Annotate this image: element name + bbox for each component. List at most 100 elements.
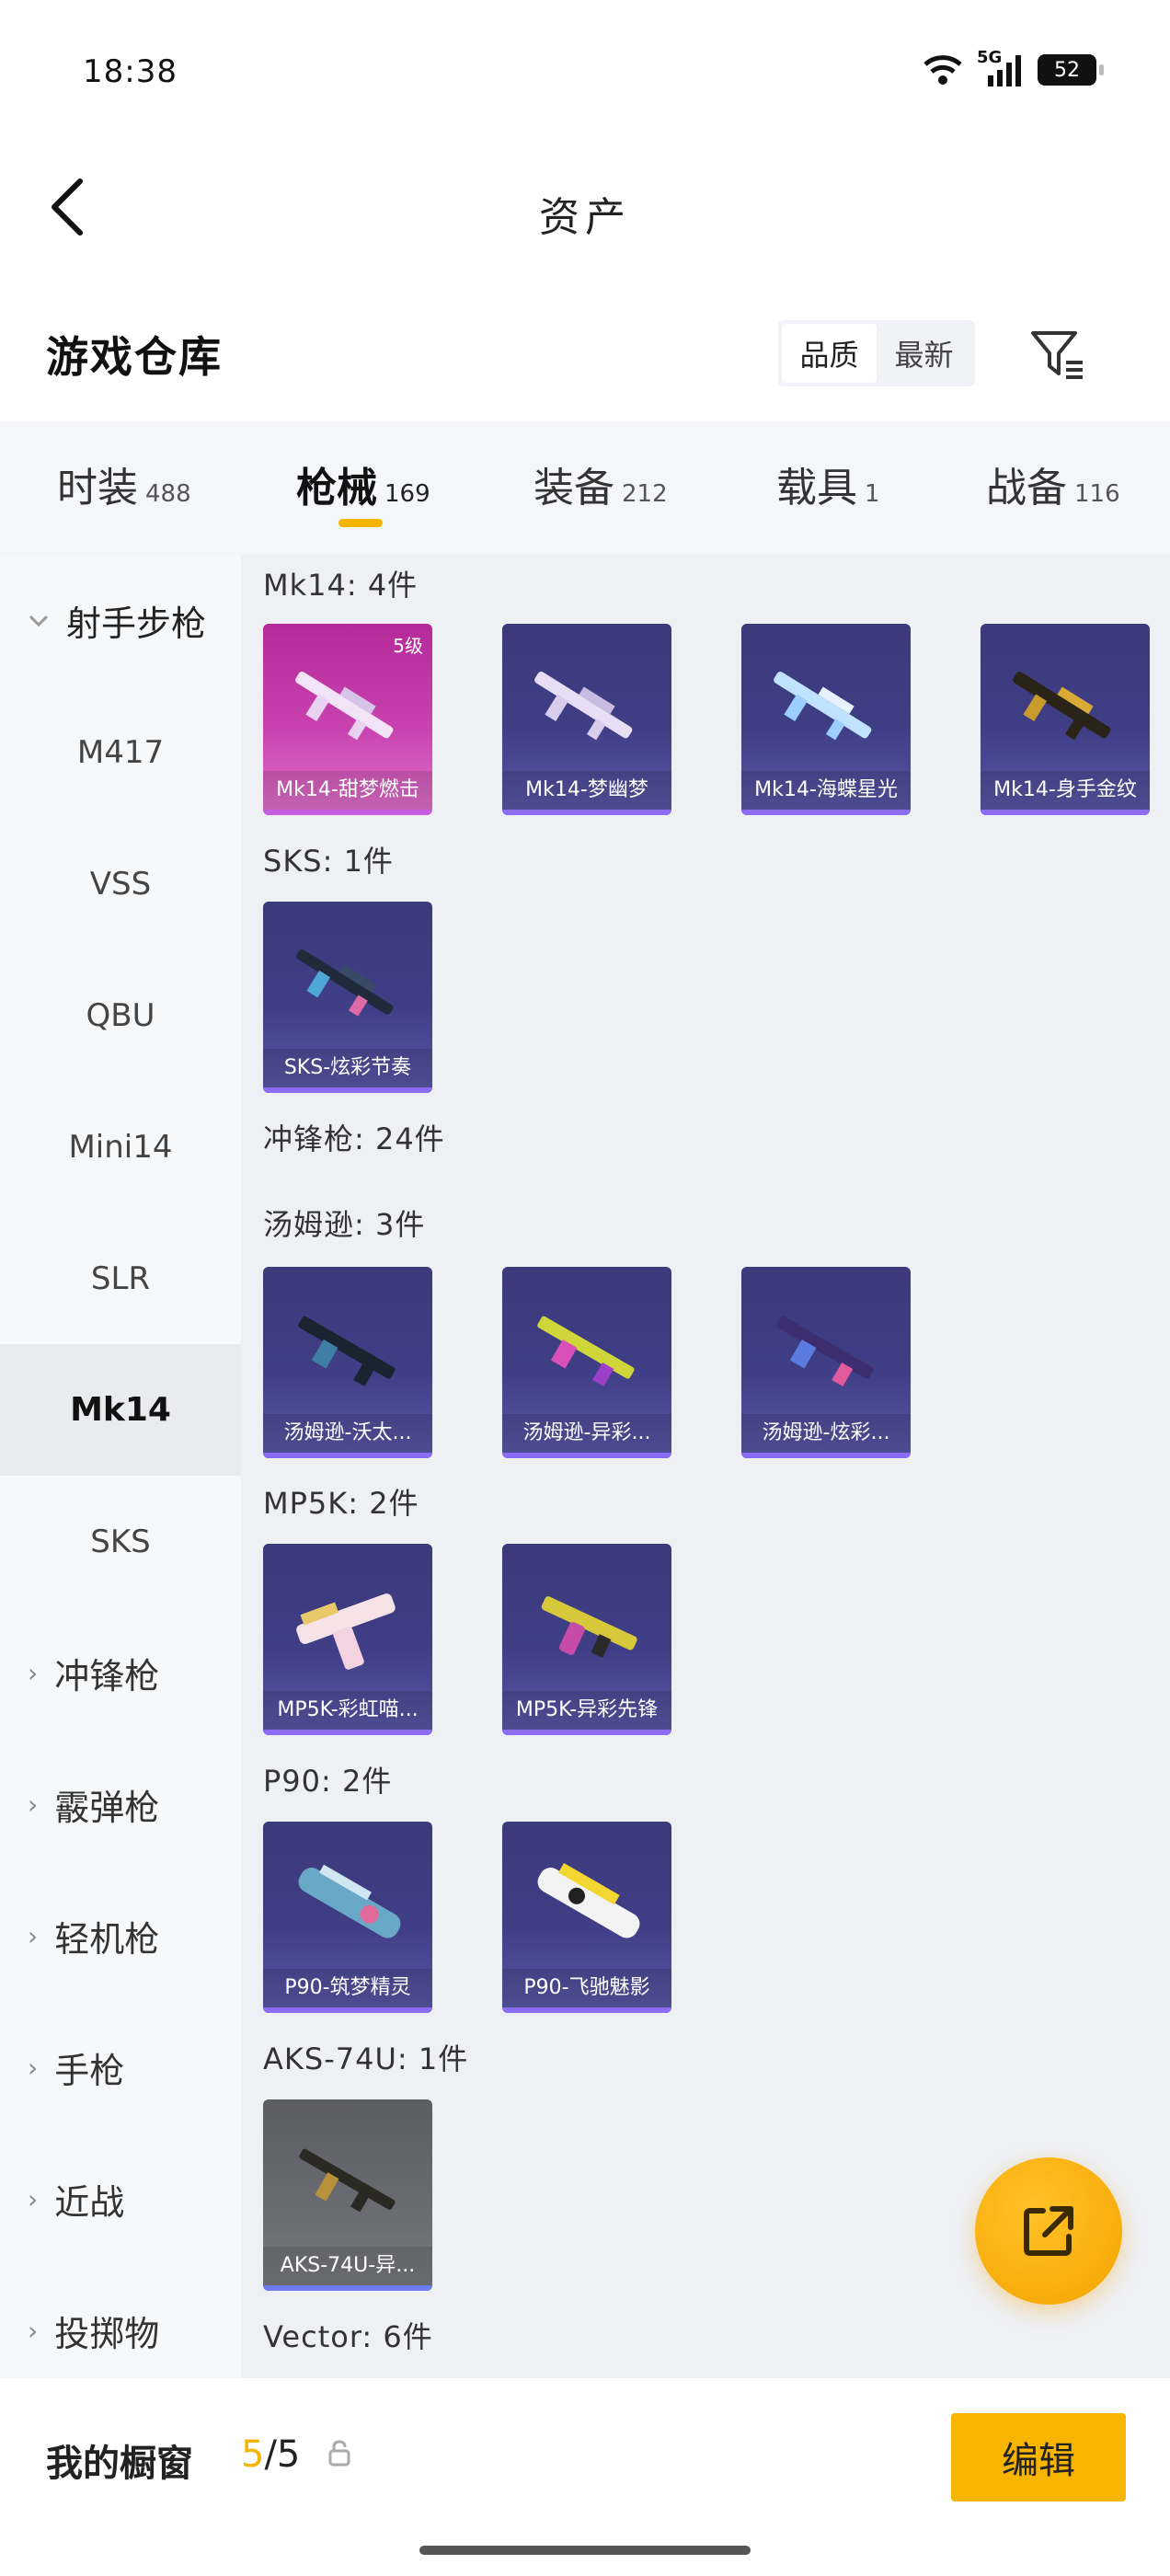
rarity-bar — [263, 1453, 432, 1458]
smg-icon — [537, 1316, 635, 1387]
sidebar-category-label: 霰弹枪 — [54, 1788, 160, 1828]
sidebar-category-label: 投掷物 — [54, 2314, 160, 2354]
warehouse-header: 游戏仓库 品质 最新 — [0, 294, 1170, 414]
sidebar-item-mk14[interactable]: Mk14 — [0, 1344, 241, 1476]
weapon-name: SKS-炫彩节奏 — [263, 1049, 432, 1087]
sort-newest-button[interactable]: 最新 — [877, 324, 971, 383]
tab-label: 载具 — [776, 465, 857, 512]
filter-button[interactable] — [1021, 318, 1095, 392]
chevron-right-icon: › — [28, 2316, 39, 2346]
status-time: 18:38 — [83, 53, 178, 90]
sidebar-item-slr[interactable]: SLR — [0, 1213, 241, 1344]
rifle-icon — [534, 671, 633, 741]
tab-count: 212 — [622, 480, 668, 508]
weapon-grid: Mk14: 4件 5级 Mk14-甜梦燃击 Mk14-梦幽梦 Mk14-海蝶星光… — [241, 555, 1170, 2378]
weapon-name: P90-筑梦精灵 — [263, 1969, 432, 2007]
share-button[interactable] — [975, 2157, 1122, 2305]
weapon-card[interactable]: AKS-74U-异... — [263, 2099, 432, 2291]
sidebar-category-throwables[interactable]: › 投掷物 — [0, 2265, 241, 2397]
rarity-bar — [502, 2007, 671, 2013]
sidebar-category-lmg[interactable]: › 轻机枪 — [0, 1870, 241, 2002]
tab-firearms[interactable]: 枪械 169 — [296, 454, 430, 513]
sidebar-category-shotgun[interactable]: › 霰弹枪 — [0, 1739, 241, 1870]
weapon-card[interactable]: Mk14-身手金纹 — [981, 624, 1150, 815]
rarity-bar — [741, 1453, 911, 1458]
sidebar-category-smg[interactable]: › 冲锋枪 — [0, 1607, 241, 1739]
sidebar-category-label: 手枪 — [54, 2051, 125, 2091]
weapon-name: Mk14-梦幽梦 — [502, 771, 671, 810]
sidebar-item-mini14[interactable]: Mini14 — [0, 1081, 241, 1213]
rarity-bar — [981, 810, 1150, 815]
rifle-icon — [296, 949, 394, 1017]
showcase-count: 5/5 — [241, 2433, 300, 2476]
sort-toggle: 品质 最新 — [778, 320, 975, 386]
sidebar-category-pistol[interactable]: › 手枪 — [0, 2002, 241, 2133]
weapon-card[interactable]: P90-飞驰魅影 — [502, 1822, 671, 2013]
weapon-name: AKS-74U-异... — [263, 2247, 432, 2285]
share-icon — [1024, 2206, 1073, 2256]
sidebar-item-vss[interactable]: VSS — [0, 818, 241, 949]
tab-vehicles[interactable]: 载具 1 — [776, 454, 880, 513]
rarity-bar — [263, 2007, 432, 2013]
rarity-bar — [263, 1730, 432, 1735]
edit-button[interactable]: 编辑 — [951, 2413, 1126, 2501]
page-title: 资产 — [539, 194, 631, 241]
showcase-count-total: /5 — [264, 2433, 301, 2476]
battery-level: 52 — [1054, 58, 1080, 82]
cellular-icon: 5G — [977, 48, 1025, 88]
sidebar-item-qbu[interactable]: QBU — [0, 949, 241, 1081]
chevron-right-icon: › — [28, 2053, 39, 2083]
weapon-card[interactable]: MP5K-异彩先锋 — [502, 1544, 671, 1735]
tab-supplies[interactable]: 战备 116 — [986, 454, 1120, 513]
rifle-icon — [295, 671, 394, 741]
tab-equipment[interactable]: 装备 212 — [533, 454, 668, 513]
rarity-bar — [263, 1087, 432, 1093]
sidebar-category-label: 近战 — [54, 2182, 125, 2223]
weapon-name: P90-飞驰魅影 — [502, 1969, 671, 2007]
tab-outfits[interactable]: 时装 488 — [57, 454, 191, 513]
smg-icon — [537, 1862, 640, 1938]
lock-icon — [328, 2440, 350, 2467]
status-icons: 5G 52 — [922, 48, 1104, 88]
weapon-name: Mk14-身手金纹 — [981, 771, 1150, 810]
weapon-card[interactable]: Mk14-梦幽梦 — [502, 624, 671, 815]
weapon-card[interactable]: 汤姆逊-炫彩... — [741, 1267, 911, 1458]
filter-icon — [1031, 331, 1083, 379]
nav-bar: 资产 — [0, 147, 1170, 267]
sidebar-category-label: 轻机枪 — [54, 1919, 160, 1960]
weapon-name: 汤姆逊-沃太... — [263, 1414, 432, 1453]
sidebar-category-label: 冲锋枪 — [54, 1656, 160, 1696]
sort-quality-button[interactable]: 品质 — [782, 324, 877, 383]
rarity-bar — [263, 2285, 432, 2291]
smg-icon — [296, 1593, 396, 1670]
smg-icon — [776, 1316, 874, 1387]
tab-count: 488 — [145, 480, 191, 508]
weapon-card[interactable]: 汤姆逊-异彩... — [502, 1267, 671, 1458]
sidebar-item-m417[interactable]: M417 — [0, 686, 241, 818]
tab-count: 1 — [865, 480, 880, 508]
rarity-bar — [502, 810, 671, 815]
weapon-name: Mk14-海蝶星光 — [741, 771, 911, 810]
section-title: SKS: 1件 — [263, 844, 394, 879]
weapon-name: Mk14-甜梦燃击 — [263, 771, 432, 810]
rarity-bar — [502, 1730, 671, 1735]
weapon-card[interactable]: 汤姆逊-沃太... — [263, 1267, 432, 1458]
sidebar-category-melee[interactable]: › 近战 — [0, 2133, 241, 2265]
home-indicator[interactable] — [419, 2546, 751, 2555]
weapon-card[interactable]: Mk14-海蝶星光 — [741, 624, 911, 815]
section-title: 冲锋枪: 24件 — [263, 1121, 445, 1156]
weapon-name: 汤姆逊-炫彩... — [741, 1414, 911, 1453]
sidebar-item-sks[interactable]: SKS — [0, 1476, 241, 1607]
rifle-icon — [1013, 671, 1111, 741]
weapon-name: MP5K-彩虹喵... — [263, 1691, 432, 1730]
chevron-right-icon: › — [28, 2184, 39, 2214]
weapon-card[interactable]: SKS-炫彩节奏 — [263, 902, 432, 1093]
chevron-down-icon — [29, 615, 49, 627]
rifle-icon — [774, 671, 872, 741]
weapon-card[interactable]: MP5K-彩虹喵... — [263, 1544, 432, 1735]
sidebar-category-marksman[interactable]: 射手步枪 — [0, 555, 241, 686]
chevron-right-icon: › — [28, 1658, 39, 1688]
weapon-card[interactable]: P90-筑梦精灵 — [263, 1822, 432, 2013]
smg-icon — [541, 1596, 637, 1659]
weapon-card[interactable]: 5级 Mk14-甜梦燃击 — [263, 624, 432, 815]
